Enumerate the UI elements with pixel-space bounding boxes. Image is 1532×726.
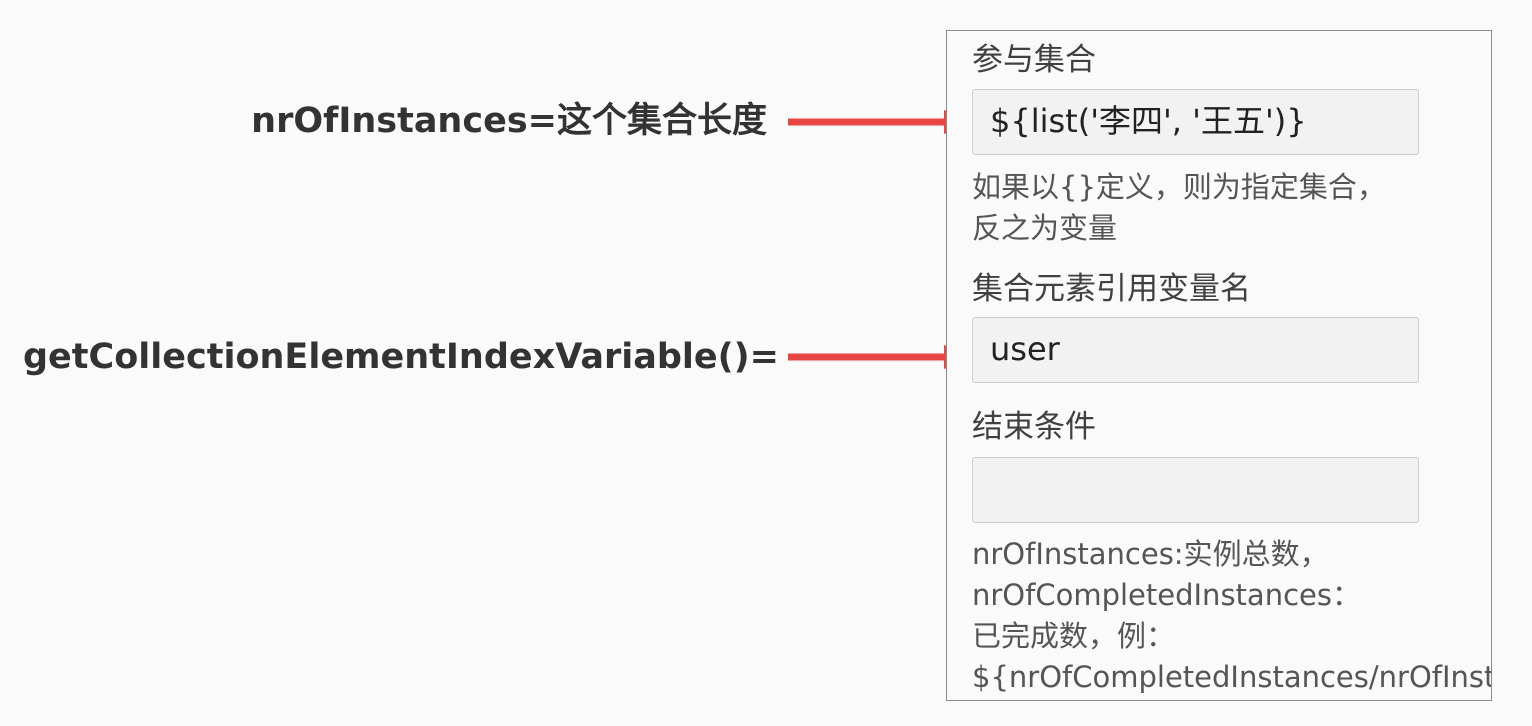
- collection-hint-line: 反之为变量: [972, 211, 1118, 245]
- element-variable-label: 集合元素引用变量名: [972, 271, 1251, 307]
- completion-condition-label: 结束条件: [972, 409, 1096, 445]
- annotated-screenshot: nrOfInstances=这个集合长度 getCollectionElemen…: [0, 0, 1532, 726]
- collection-input[interactable]: ${list('李四', '王五')}: [972, 89, 1419, 155]
- collection-hint-line: 如果以{}定义，则为指定集合，: [972, 170, 1386, 204]
- multi-instance-properties-panel: 参与集合 ${list('李四', '王五')} 如果以{}定义，则为指定集合，…: [946, 30, 1492, 701]
- completion-hint-line: 已完成数，例：: [972, 619, 1176, 653]
- collection-annotation: nrOfInstances=这个集合长度: [251, 101, 767, 141]
- element-variable-input[interactable]: user: [972, 317, 1419, 383]
- completion-condition-input[interactable]: [972, 457, 1419, 523]
- completion-hint-line: ${nrOfCompletedInstances/nrOfInstances: [972, 660, 1492, 694]
- element-variable-annotation: getCollectionElementIndexVariable()=: [22, 337, 779, 377]
- collection-label: 参与集合: [972, 42, 1096, 78]
- completion-hint-line: nrOfInstances:实例总数，: [972, 537, 1329, 571]
- completion-hint-line: nrOfCompletedInstances：: [972, 578, 1361, 612]
